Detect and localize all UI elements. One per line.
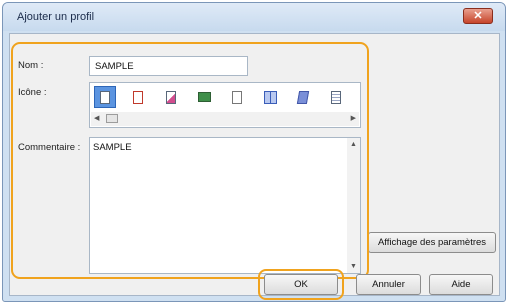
dialog-title: Ajouter un profil [17, 11, 95, 23]
help-button[interactable]: Aide [429, 274, 493, 295]
ok-highlight-frame [258, 269, 344, 300]
form-highlight-frame [11, 42, 369, 279]
close-button[interactable]: ✕ [463, 8, 493, 24]
dialog-client-area: Nom : Icône : ◀ ▶ Commentaire : SAMPLE ▲… [9, 33, 500, 300]
show-settings-button[interactable]: Affichage des paramètres [368, 232, 496, 253]
close-icon: ✕ [473, 10, 483, 22]
cancel-button[interactable]: Annuler [356, 274, 421, 295]
title-bar: Ajouter un profil ✕ [3, 3, 505, 31]
add-profile-dialog: Ajouter un profil ✕ Nom : Icône : ◀ ▶ Co… [2, 2, 506, 302]
